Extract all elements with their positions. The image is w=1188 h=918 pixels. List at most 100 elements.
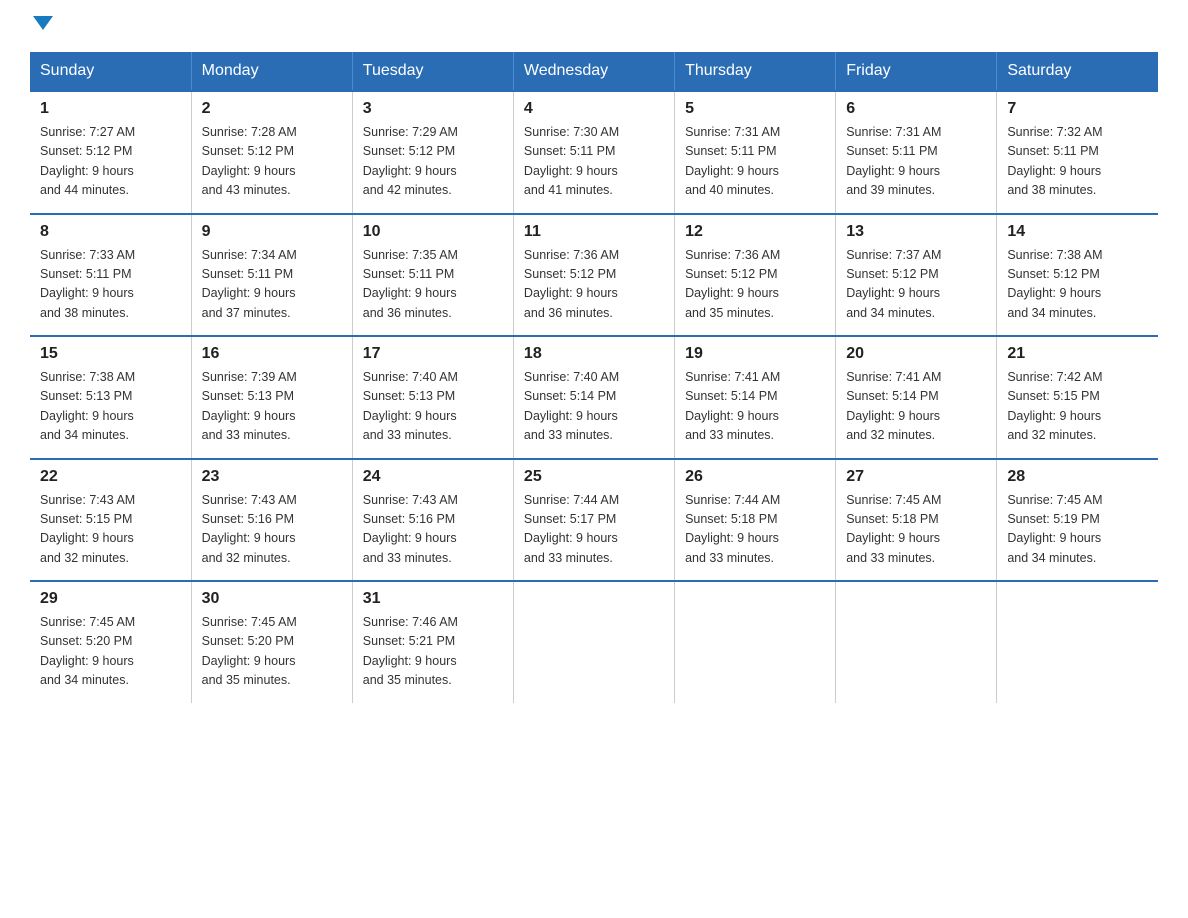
calendar-cell: 17 Sunrise: 7:40 AM Sunset: 5:13 PM Dayl… <box>352 336 513 459</box>
day-number: 23 <box>202 468 342 486</box>
calendar-week-row: 22 Sunrise: 7:43 AM Sunset: 5:15 PM Dayl… <box>30 459 1158 582</box>
day-number: 28 <box>1007 468 1148 486</box>
day-info: Sunrise: 7:38 AM Sunset: 5:13 PM Dayligh… <box>40 368 181 446</box>
day-info: Sunrise: 7:31 AM Sunset: 5:11 PM Dayligh… <box>685 123 825 201</box>
calendar-week-row: 15 Sunrise: 7:38 AM Sunset: 5:13 PM Dayl… <box>30 336 1158 459</box>
calendar-cell: 19 Sunrise: 7:41 AM Sunset: 5:14 PM Dayl… <box>675 336 836 459</box>
day-info: Sunrise: 7:39 AM Sunset: 5:13 PM Dayligh… <box>202 368 342 446</box>
calendar-week-row: 8 Sunrise: 7:33 AM Sunset: 5:11 PM Dayli… <box>30 214 1158 337</box>
calendar-week-row: 29 Sunrise: 7:45 AM Sunset: 5:20 PM Dayl… <box>30 581 1158 703</box>
day-number: 10 <box>363 223 503 241</box>
day-info: Sunrise: 7:41 AM Sunset: 5:14 PM Dayligh… <box>846 368 986 446</box>
calendar-cell: 13 Sunrise: 7:37 AM Sunset: 5:12 PM Dayl… <box>836 214 997 337</box>
calendar-cell: 26 Sunrise: 7:44 AM Sunset: 5:18 PM Dayl… <box>675 459 836 582</box>
day-number: 13 <box>846 223 986 241</box>
day-info: Sunrise: 7:44 AM Sunset: 5:18 PM Dayligh… <box>685 491 825 569</box>
header-monday: Monday <box>191 52 352 91</box>
header-tuesday: Tuesday <box>352 52 513 91</box>
day-info: Sunrise: 7:46 AM Sunset: 5:21 PM Dayligh… <box>363 613 503 691</box>
day-number: 15 <box>40 345 181 363</box>
day-number: 27 <box>846 468 986 486</box>
calendar-week-row: 1 Sunrise: 7:27 AM Sunset: 5:12 PM Dayli… <box>30 91 1158 214</box>
calendar-cell <box>836 581 997 703</box>
calendar-table: SundayMondayTuesdayWednesdayThursdayFrid… <box>30 52 1158 703</box>
calendar-cell: 11 Sunrise: 7:36 AM Sunset: 5:12 PM Dayl… <box>513 214 674 337</box>
day-number: 17 <box>363 345 503 363</box>
day-info: Sunrise: 7:31 AM Sunset: 5:11 PM Dayligh… <box>846 123 986 201</box>
day-info: Sunrise: 7:29 AM Sunset: 5:12 PM Dayligh… <box>363 123 503 201</box>
day-number: 11 <box>524 223 664 241</box>
day-number: 4 <box>524 100 664 118</box>
day-info: Sunrise: 7:38 AM Sunset: 5:12 PM Dayligh… <box>1007 246 1148 324</box>
calendar-cell: 6 Sunrise: 7:31 AM Sunset: 5:11 PM Dayli… <box>836 91 997 214</box>
day-info: Sunrise: 7:44 AM Sunset: 5:17 PM Dayligh… <box>524 491 664 569</box>
day-number: 26 <box>685 468 825 486</box>
day-info: Sunrise: 7:43 AM Sunset: 5:15 PM Dayligh… <box>40 491 181 569</box>
day-info: Sunrise: 7:30 AM Sunset: 5:11 PM Dayligh… <box>524 123 664 201</box>
page-header <box>30 20 1158 34</box>
day-number: 5 <box>685 100 825 118</box>
calendar-cell: 4 Sunrise: 7:30 AM Sunset: 5:11 PM Dayli… <box>513 91 674 214</box>
day-number: 9 <box>202 223 342 241</box>
calendar-cell <box>997 581 1158 703</box>
calendar-cell: 16 Sunrise: 7:39 AM Sunset: 5:13 PM Dayl… <box>191 336 352 459</box>
calendar-cell: 7 Sunrise: 7:32 AM Sunset: 5:11 PM Dayli… <box>997 91 1158 214</box>
calendar-cell: 24 Sunrise: 7:43 AM Sunset: 5:16 PM Dayl… <box>352 459 513 582</box>
day-number: 31 <box>363 590 503 608</box>
calendar-cell: 29 Sunrise: 7:45 AM Sunset: 5:20 PM Dayl… <box>30 581 191 703</box>
calendar-cell: 5 Sunrise: 7:31 AM Sunset: 5:11 PM Dayli… <box>675 91 836 214</box>
calendar-cell: 1 Sunrise: 7:27 AM Sunset: 5:12 PM Dayli… <box>30 91 191 214</box>
calendar-cell: 15 Sunrise: 7:38 AM Sunset: 5:13 PM Dayl… <box>30 336 191 459</box>
calendar-cell: 27 Sunrise: 7:45 AM Sunset: 5:18 PM Dayl… <box>836 459 997 582</box>
day-info: Sunrise: 7:37 AM Sunset: 5:12 PM Dayligh… <box>846 246 986 324</box>
day-number: 16 <box>202 345 342 363</box>
day-number: 7 <box>1007 100 1148 118</box>
day-info: Sunrise: 7:41 AM Sunset: 5:14 PM Dayligh… <box>685 368 825 446</box>
day-number: 2 <box>202 100 342 118</box>
day-number: 20 <box>846 345 986 363</box>
day-info: Sunrise: 7:45 AM Sunset: 5:20 PM Dayligh… <box>40 613 181 691</box>
day-info: Sunrise: 7:40 AM Sunset: 5:14 PM Dayligh… <box>524 368 664 446</box>
day-number: 21 <box>1007 345 1148 363</box>
day-number: 12 <box>685 223 825 241</box>
calendar-cell: 23 Sunrise: 7:43 AM Sunset: 5:16 PM Dayl… <box>191 459 352 582</box>
calendar-cell: 18 Sunrise: 7:40 AM Sunset: 5:14 PM Dayl… <box>513 336 674 459</box>
logo <box>30 20 53 34</box>
day-number: 14 <box>1007 223 1148 241</box>
calendar-cell: 2 Sunrise: 7:28 AM Sunset: 5:12 PM Dayli… <box>191 91 352 214</box>
header-sunday: Sunday <box>30 52 191 91</box>
day-number: 1 <box>40 100 181 118</box>
day-number: 6 <box>846 100 986 118</box>
day-info: Sunrise: 7:28 AM Sunset: 5:12 PM Dayligh… <box>202 123 342 201</box>
day-number: 18 <box>524 345 664 363</box>
calendar-header-row: SundayMondayTuesdayWednesdayThursdayFrid… <box>30 52 1158 91</box>
day-number: 30 <box>202 590 342 608</box>
day-info: Sunrise: 7:32 AM Sunset: 5:11 PM Dayligh… <box>1007 123 1148 201</box>
day-number: 19 <box>685 345 825 363</box>
day-info: Sunrise: 7:45 AM Sunset: 5:19 PM Dayligh… <box>1007 491 1148 569</box>
day-info: Sunrise: 7:42 AM Sunset: 5:15 PM Dayligh… <box>1007 368 1148 446</box>
day-info: Sunrise: 7:34 AM Sunset: 5:11 PM Dayligh… <box>202 246 342 324</box>
header-saturday: Saturday <box>997 52 1158 91</box>
calendar-cell: 9 Sunrise: 7:34 AM Sunset: 5:11 PM Dayli… <box>191 214 352 337</box>
day-number: 25 <box>524 468 664 486</box>
day-info: Sunrise: 7:45 AM Sunset: 5:20 PM Dayligh… <box>202 613 342 691</box>
calendar-cell: 14 Sunrise: 7:38 AM Sunset: 5:12 PM Dayl… <box>997 214 1158 337</box>
day-info: Sunrise: 7:27 AM Sunset: 5:12 PM Dayligh… <box>40 123 181 201</box>
calendar-cell: 28 Sunrise: 7:45 AM Sunset: 5:19 PM Dayl… <box>997 459 1158 582</box>
day-info: Sunrise: 7:36 AM Sunset: 5:12 PM Dayligh… <box>524 246 664 324</box>
calendar-cell: 25 Sunrise: 7:44 AM Sunset: 5:17 PM Dayl… <box>513 459 674 582</box>
day-info: Sunrise: 7:43 AM Sunset: 5:16 PM Dayligh… <box>202 491 342 569</box>
day-info: Sunrise: 7:45 AM Sunset: 5:18 PM Dayligh… <box>846 491 986 569</box>
day-number: 8 <box>40 223 181 241</box>
day-number: 22 <box>40 468 181 486</box>
header-wednesday: Wednesday <box>513 52 674 91</box>
day-info: Sunrise: 7:40 AM Sunset: 5:13 PM Dayligh… <box>363 368 503 446</box>
day-info: Sunrise: 7:35 AM Sunset: 5:11 PM Dayligh… <box>363 246 503 324</box>
day-number: 29 <box>40 590 181 608</box>
header-thursday: Thursday <box>675 52 836 91</box>
calendar-cell: 3 Sunrise: 7:29 AM Sunset: 5:12 PM Dayli… <box>352 91 513 214</box>
calendar-cell <box>513 581 674 703</box>
calendar-cell <box>675 581 836 703</box>
logo-triangle-icon <box>33 16 53 30</box>
